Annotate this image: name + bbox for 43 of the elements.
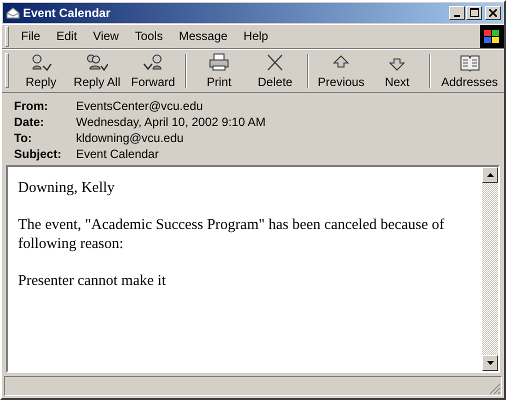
header-label: Subject: xyxy=(14,146,62,161)
toolbar-button[interactable]: Forward xyxy=(125,50,182,91)
two-people-arrow-icon xyxy=(86,52,108,72)
header-value: Wednesday, April 10, 2002 9:10 AM xyxy=(76,114,267,129)
menu-item[interactable]: File xyxy=(13,27,48,46)
person-arrow-icon xyxy=(142,52,164,72)
resize-grip-icon[interactable] xyxy=(489,383,501,395)
minimize-icon xyxy=(454,14,460,17)
toolbar-button[interactable]: Previous xyxy=(313,50,370,91)
header-label: Date: xyxy=(14,114,46,129)
header-label: To: xyxy=(14,130,33,145)
message-text: The event, "Academic Success Program" has been canceled because of following reason: xyxy=(18,216,446,254)
envelope-icon xyxy=(6,6,20,19)
maximize-icon xyxy=(470,8,478,18)
minimize-button[interactable] xyxy=(449,6,465,20)
header-value: Event Calendar xyxy=(76,146,160,161)
header-value: EventsCenter@vcu.edu xyxy=(76,98,204,113)
toolbar-button[interactable]: Delete xyxy=(247,50,304,91)
scrollbar[interactable] xyxy=(482,166,498,372)
menu-item[interactable]: Edit xyxy=(48,27,86,46)
scroll-down-button[interactable] xyxy=(482,355,498,372)
menu-item[interactable]: View xyxy=(85,27,127,46)
menu-item[interactable]: Message xyxy=(170,27,236,46)
toolbar-button[interactable]: Next xyxy=(369,50,426,91)
maximize-button[interactable] xyxy=(466,6,482,20)
person-arrow-icon xyxy=(30,52,52,72)
header-label: From: xyxy=(14,98,49,113)
down-triangle-icon xyxy=(486,361,494,366)
menu-item[interactable]: Tools xyxy=(126,27,171,46)
up-triangle-icon xyxy=(486,172,494,177)
toolbar-button[interactable]: Reply All xyxy=(69,50,126,91)
close-button[interactable] xyxy=(485,6,501,20)
header-value: kldowning@vcu.edu xyxy=(76,130,185,145)
printer-icon xyxy=(208,52,230,72)
menu-item[interactable]: Help xyxy=(236,27,276,46)
scroll-up-button[interactable] xyxy=(482,166,498,183)
message-text: Downing, Kelly xyxy=(18,178,116,198)
toolbar-button[interactable]: Print xyxy=(191,50,248,91)
toolbar-button[interactable]: Addresses xyxy=(435,50,504,91)
close-icon xyxy=(489,8,497,17)
toolbar-button[interactable]: Reply xyxy=(12,50,69,91)
window-title: Event Calendar xyxy=(23,6,112,20)
message-text: Presenter cannot make it xyxy=(18,272,167,291)
